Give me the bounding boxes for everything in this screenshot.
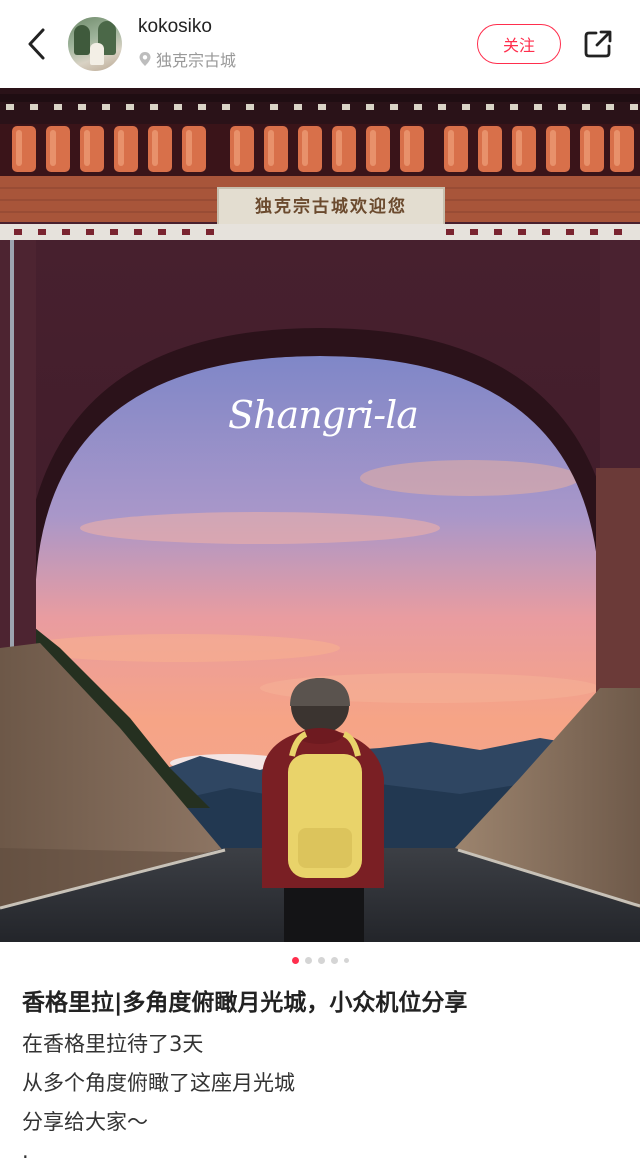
shangrila-script-overlay: Shangri-la (228, 393, 419, 437)
location-tag[interactable]: 独克宗古城 (138, 47, 236, 71)
carousel-dot-3[interactable] (317, 956, 325, 964)
carousel-indicator[interactable] (0, 955, 640, 965)
carousel-dot-4[interactable] (330, 956, 338, 964)
follow-button[interactable]: 关注 (477, 24, 561, 64)
author-username[interactable]: kokosiko (138, 16, 212, 38)
post-body-line: 在香格里拉待了3天 (22, 1032, 204, 1056)
back-button[interactable] (18, 24, 54, 64)
post-body-line: 从多个角度俯瞰了这座月光城 (22, 1071, 295, 1095)
post-content: 香格里拉|多角度俯瞰月光城，小众机位分享 在香格里拉待了3天 从多个角度俯瞰了这… (22, 985, 622, 1172)
gate-sign-text: 独克宗古城欢迎您 (255, 197, 407, 217)
post-body-line: · (22, 1145, 29, 1169)
location-label: 独克宗古城 (156, 51, 237, 70)
share-icon (584, 30, 612, 58)
share-button[interactable] (580, 26, 616, 62)
back-arrow-icon (28, 28, 45, 60)
carousel-dot-1[interactable] (291, 956, 299, 964)
post-photo[interactable]: 独克宗古城欢迎您 Shangri-la (0, 88, 640, 942)
post-title: 香格里拉|多角度俯瞰月光城，小众机位分享 (22, 990, 468, 1016)
carousel-dot-5[interactable] (343, 957, 349, 963)
carousel-dot-2[interactable] (304, 956, 312, 964)
post-body-line: 分享给大家～ (22, 1110, 148, 1134)
avatar[interactable] (68, 17, 122, 71)
post-header: kokosiko 独克宗古城 关注 (0, 0, 640, 88)
location-pin-icon (139, 52, 151, 66)
